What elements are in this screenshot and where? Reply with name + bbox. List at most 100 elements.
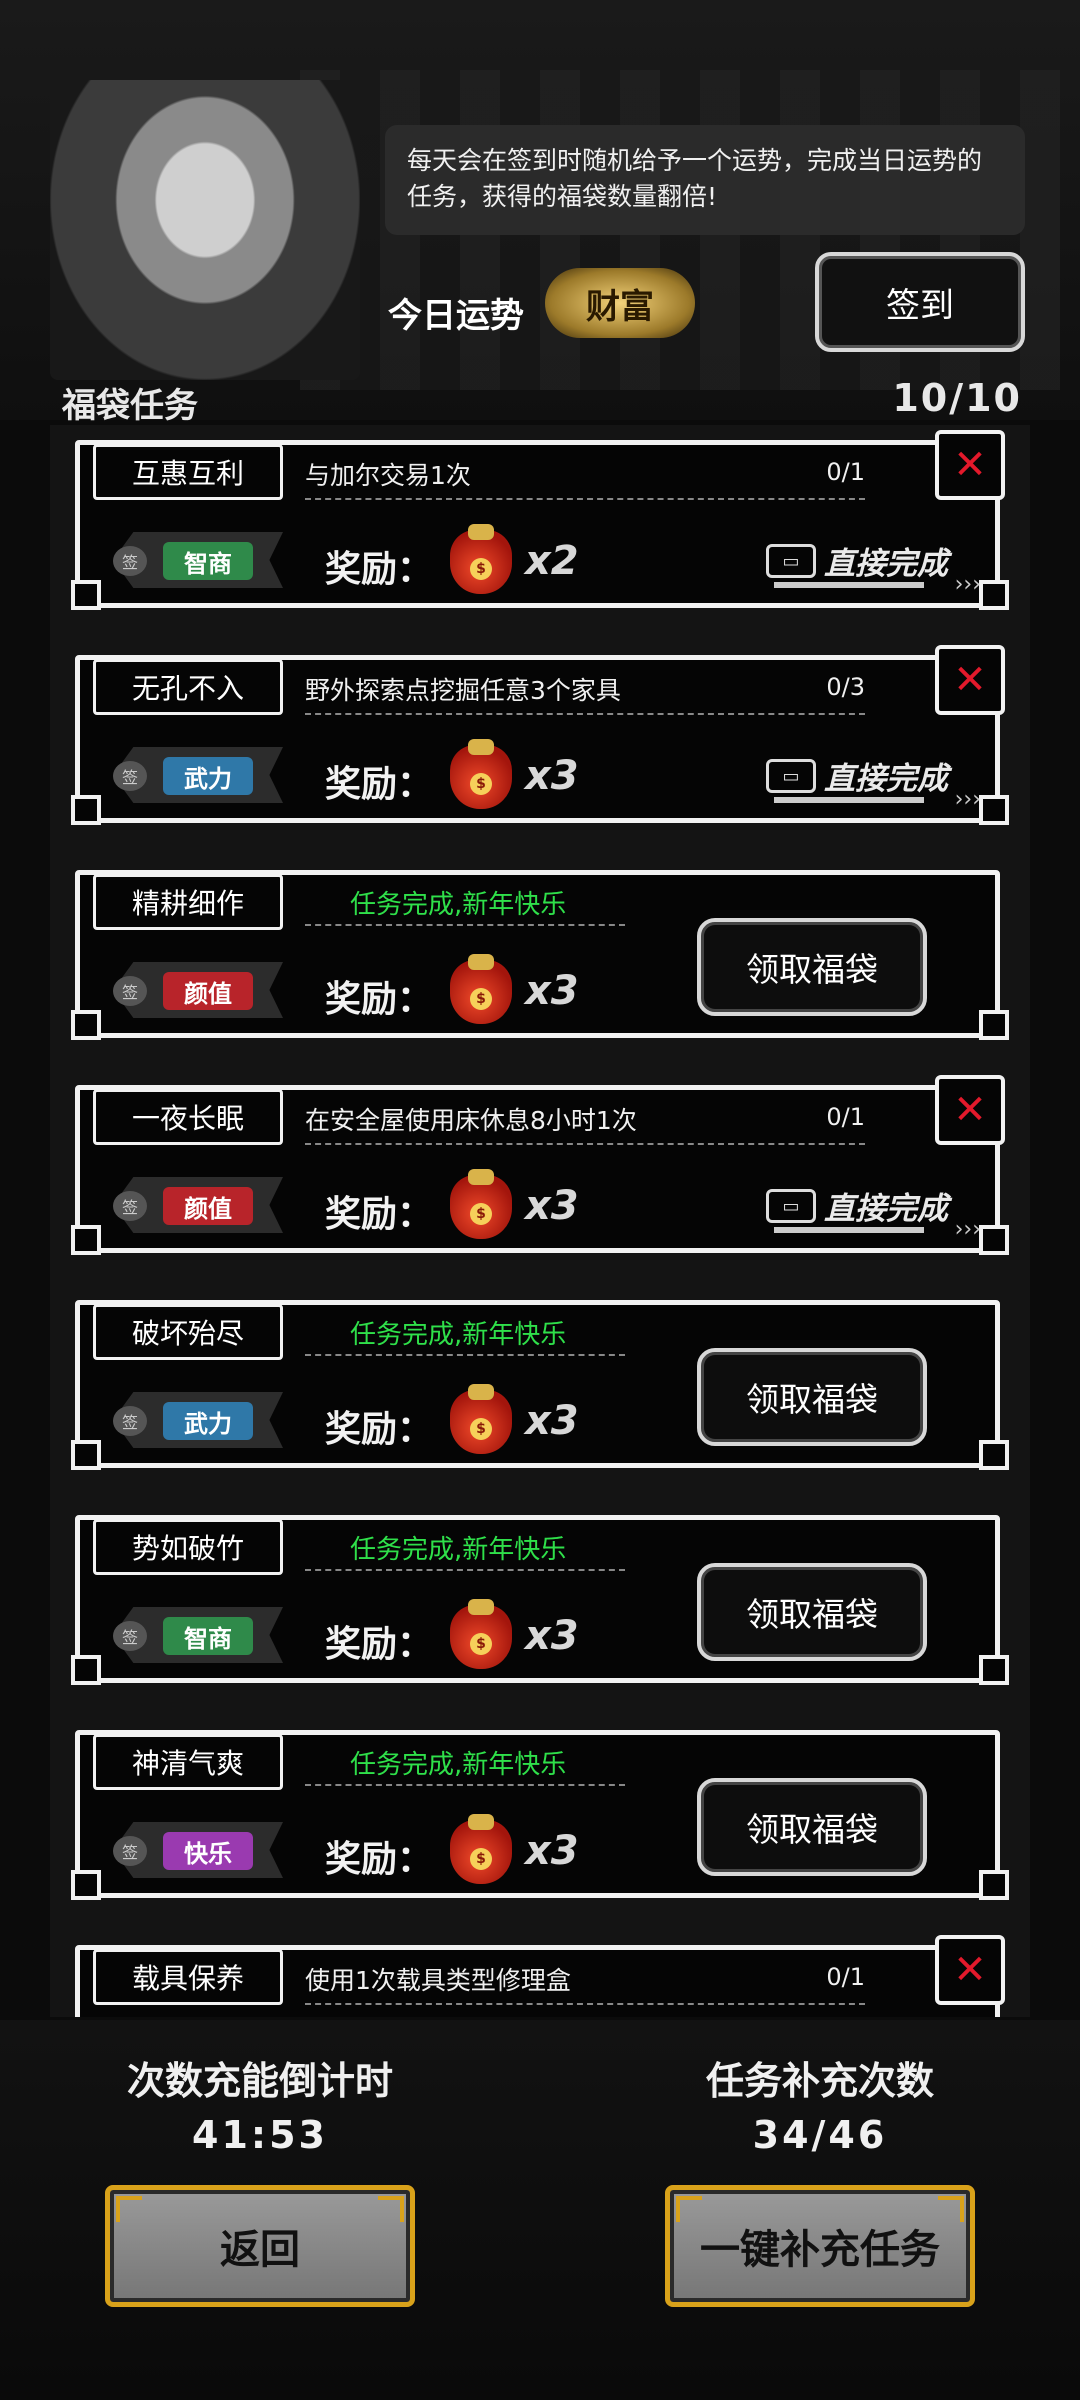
header-panel: 每天会在签到时随机给予一个运势，完成当日运势的任务，获得的福袋数量翻倍! 今日运… bbox=[0, 0, 1080, 420]
ticket-icon: ▭ bbox=[766, 1189, 816, 1223]
lucky-bag-icon: $ bbox=[450, 739, 512, 809]
reward-multiplier: x2 bbox=[525, 538, 579, 584]
attribute-label: 颜值 bbox=[163, 972, 253, 1010]
lucky-bag-icon: $ bbox=[450, 954, 512, 1024]
direct-complete-button[interactable]: ▭ 直接完成 ››› bbox=[766, 538, 981, 597]
frame-corner bbox=[979, 1655, 1009, 1685]
ticket-icon: ▭ bbox=[766, 759, 816, 793]
task-progress: 0/1 bbox=[826, 1963, 865, 1991]
bag-emblem: $ bbox=[470, 1418, 492, 1440]
task-progress: 0/1 bbox=[826, 458, 865, 486]
refill-all-button[interactable]: 一键补充任务 bbox=[665, 2185, 975, 2307]
attribute-tag: 签智商 bbox=[93, 1603, 283, 1667]
attribute-label: 武力 bbox=[163, 757, 253, 795]
task-title: 一夜长眠 bbox=[93, 1089, 283, 1145]
reward-label: 奖励： bbox=[325, 764, 434, 805]
reward-label: 奖励： bbox=[325, 1194, 434, 1235]
close-icon[interactable]: ✕ bbox=[935, 1935, 1005, 2005]
arrow-icon: ››› bbox=[954, 572, 981, 597]
divider bbox=[305, 1569, 625, 1571]
back-button[interactable]: 返回 bbox=[105, 2185, 415, 2307]
close-icon[interactable]: ✕ bbox=[935, 1075, 1005, 1145]
countdown-label: 次数充能倒计时 bbox=[126, 2059, 393, 2103]
task-card: 载具保养使用1次载具类型修理盒0/1✕▭直接完成››› bbox=[75, 1935, 1005, 2017]
task-list[interactable]: 互惠互利 与加尔交易1次 0/1 ✕ ▭ 直接完成 ››› 签智商 奖励： $ x2 无孔不入 野外探索… bbox=[50, 425, 1030, 2017]
claim-bag-button[interactable]: 领取福袋 bbox=[697, 1563, 927, 1661]
task-title: 神清气爽 bbox=[93, 1734, 283, 1790]
checkin-button[interactable]: 签到 bbox=[815, 252, 1025, 352]
direct-complete-button[interactable]: ▭ 直接完成 ››› bbox=[766, 1183, 981, 1242]
refill-count-label: 任务补充次数 bbox=[705, 2059, 934, 2103]
direct-complete-label: 直接完成 bbox=[824, 1191, 948, 1227]
task-progress: 0/3 bbox=[826, 673, 865, 701]
task-card: 神清气爽 任务完成,新年快乐 领取福袋签快乐 奖励： $ x3 bbox=[71, 1720, 1009, 1900]
close-icon[interactable]: ✕ bbox=[935, 645, 1005, 715]
refill-stat: 任务补充次数 34/46 bbox=[620, 2050, 1020, 2157]
task-title: 精耕细作 bbox=[93, 874, 283, 930]
section-title: 福袋任务 bbox=[62, 386, 198, 426]
direct-underline bbox=[774, 582, 974, 588]
task-card: 精耕细作 任务完成,新年快乐领取福袋 签颜值 奖励： $ x3 bbox=[71, 860, 1009, 1040]
reward-label: 奖励： bbox=[325, 549, 434, 590]
bag-emblem: $ bbox=[470, 1848, 492, 1870]
direct-complete-button[interactable]: ▭ 直接完成 ››› bbox=[766, 753, 981, 812]
reward-label: 奖励： bbox=[325, 1624, 434, 1665]
arrow-icon: ››› bbox=[954, 1217, 981, 1242]
attribute-tag: 签武力 bbox=[93, 743, 283, 807]
task-description: 与加尔交易1次 bbox=[305, 456, 865, 500]
reward-label: 奖励： bbox=[325, 1839, 434, 1880]
task-card: 互惠互利 与加尔交易1次 0/1 ✕ ▭ 直接完成 ››› 签智商 奖励： $ x2 bbox=[71, 430, 1009, 610]
lucky-bag-icon: $ bbox=[450, 1814, 512, 1884]
reward-multiplier: x3 bbox=[525, 968, 579, 1014]
task-title: 破坏殆尽 bbox=[93, 1304, 283, 1360]
task-description: 野外探索点挖掘任意3个家具 bbox=[305, 671, 865, 715]
seal-icon: 签 bbox=[113, 1621, 147, 1651]
frame-corner bbox=[979, 1225, 1009, 1255]
ticket-icon: ▭ bbox=[766, 544, 816, 578]
fortune-label: 今日运势 bbox=[388, 296, 524, 336]
task-title: 互惠互利 bbox=[93, 444, 283, 500]
speech-bubble: 每天会在签到时随机给予一个运势，完成当日运势的任务，获得的福袋数量翻倍! bbox=[385, 125, 1025, 235]
attribute-tag: 签武力 bbox=[93, 1388, 283, 1452]
lucky-bag-icon: $ bbox=[450, 524, 512, 594]
direct-complete-label: 直接完成 bbox=[824, 546, 948, 582]
reward-multiplier: x3 bbox=[525, 1828, 579, 1874]
lucky-bag-icon: $ bbox=[450, 1599, 512, 1669]
attribute-tag: 签智商 bbox=[93, 528, 283, 592]
task-card: 破坏殆尽 任务完成,新年快乐 领取福袋签武力 奖励： $ x3 bbox=[71, 1290, 1009, 1470]
reward-label: 奖励： bbox=[325, 979, 434, 1020]
attribute-label: 快乐 bbox=[163, 1832, 253, 1870]
task-completed-text: 任务完成,新年快乐 bbox=[350, 1535, 567, 1565]
seal-icon: 签 bbox=[113, 1191, 147, 1221]
seal-icon: 签 bbox=[113, 1406, 147, 1436]
frame-corner bbox=[979, 580, 1009, 610]
refill-count-value: 34/46 bbox=[752, 2113, 888, 2157]
bag-emblem: $ bbox=[470, 1203, 492, 1225]
bag-emblem: $ bbox=[470, 558, 492, 580]
divider bbox=[305, 1354, 625, 1356]
reward-multiplier: x3 bbox=[525, 753, 579, 799]
frame-corner bbox=[979, 795, 1009, 825]
task-description: 使用1次载具类型修理盒 bbox=[305, 1961, 865, 2005]
bag-emblem: $ bbox=[470, 1633, 492, 1655]
divider bbox=[305, 924, 625, 926]
reward-label: 奖励： bbox=[325, 1409, 434, 1450]
task-title: 无孔不入 bbox=[93, 659, 283, 715]
attribute-tag: 签颜值 bbox=[93, 1173, 283, 1237]
lucky-bag-icon: $ bbox=[450, 1169, 512, 1239]
task-description: 在安全屋使用床休息8小时1次 bbox=[305, 1101, 865, 1145]
divider bbox=[305, 1784, 625, 1786]
claim-bag-button[interactable]: 领取福袋 bbox=[697, 1778, 927, 1876]
direct-underline bbox=[774, 1227, 974, 1233]
attribute-tag: 签颜值 bbox=[93, 958, 283, 1022]
countdown-value: 41:53 bbox=[192, 2113, 328, 2157]
claim-bag-button[interactable]: 领取福袋 bbox=[697, 1348, 927, 1446]
claim-bag-button[interactable]: 领取福袋 bbox=[697, 918, 927, 1016]
reward-multiplier: x3 bbox=[525, 1398, 579, 1444]
close-icon[interactable]: ✕ bbox=[935, 430, 1005, 500]
seal-icon: 签 bbox=[113, 761, 147, 791]
frame-corner bbox=[979, 1440, 1009, 1470]
task-title: 载具保养 bbox=[93, 1949, 283, 2005]
task-completed-text: 任务完成,新年快乐 bbox=[350, 890, 567, 920]
attribute-tag: 签快乐 bbox=[93, 1818, 283, 1882]
